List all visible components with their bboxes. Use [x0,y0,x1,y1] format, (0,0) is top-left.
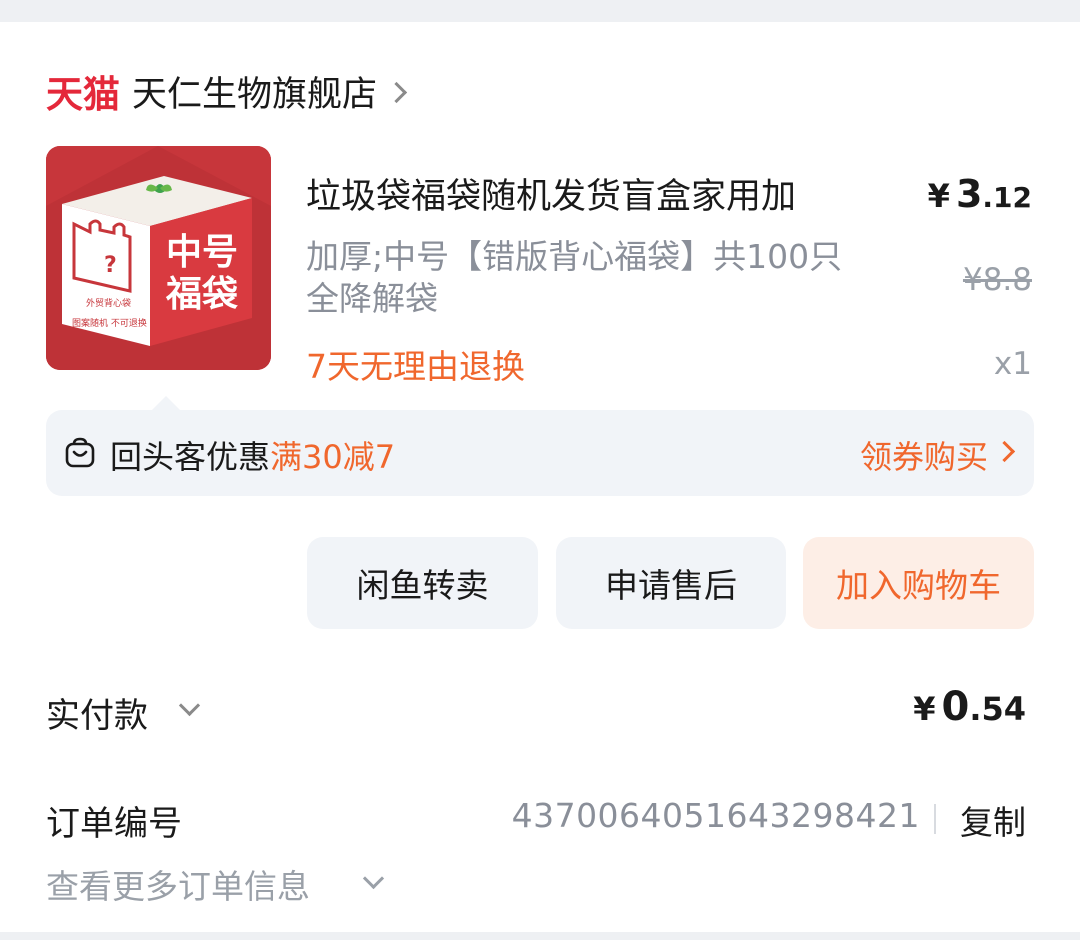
return-policy-tag: 7天无理由退换 [306,347,525,386]
paid-decimal: .54 [969,690,1026,728]
promo-text: 回头客优惠满30减7 [110,432,395,478]
chevron-down-icon[interactable] [362,867,385,890]
copy-button[interactable]: 复制 [960,796,1026,844]
bag-question: ? [104,253,117,278]
promo-highlight: 满30减7 [270,438,396,476]
order-number: 4370064051643298421 [511,796,920,835]
box-badge-line1: 中号 [166,232,238,273]
paid-integer: 0 [941,684,970,730]
store-name[interactable]: 天仁生物旗舰店 [132,66,377,117]
box-badge-line2: 福袋 [165,274,238,315]
order-card: 天猫 天仁生物旗舰店 ? 外贸背心袋 图案随机 不可退换 中号 福袋 垃圾袋福袋… [0,22,1080,932]
price-integer: 3 [955,172,983,216]
product-image[interactable]: ? 外贸背心袋 图案随机 不可退换 中号 福袋 [46,146,271,370]
resell-button[interactable]: 闲鱼转卖 [307,537,538,629]
paid-currency: ¥ [913,690,936,728]
add-to-cart-button[interactable]: 加入购物车 [803,537,1034,629]
after-sales-button[interactable]: 申请售后 [556,537,786,629]
claim-coupon-button[interactable]: 领券购买 [860,432,988,478]
box-side-text-1: 外贸背心袋 [86,297,131,309]
chevron-right-icon [993,440,1016,463]
store-header[interactable]: 天猫 天仁生物旗舰店 [46,66,408,117]
chevron-right-icon [385,81,408,103]
shopping-bag-icon [65,437,95,468]
product-title[interactable]: 垃圾袋福袋随机发货盲盒家用加 [306,168,796,219]
product-box-illustration: ? 外贸背心袋 图案随机 不可退换 中号 福袋 [46,146,271,370]
original-price: ¥8.8 [962,262,1032,298]
price-decimal: .12 [982,181,1032,214]
product-sku: 加厚;中号【错版背心福袋】共100只 全降解袋 [306,237,843,318]
box-side-text-2: 图案随机 不可退换 [72,317,147,329]
order-number-label: 订单编号 [46,804,182,844]
tmall-logo: 天猫 [46,73,120,116]
promo-banner[interactable]: 回头客优惠满30减7 领券购买 [46,410,1034,496]
chevron-down-icon[interactable] [178,694,201,717]
paid-amount: ¥ 0 .54 [913,684,1026,730]
promo-label: 回头客优惠 [110,438,271,476]
divider [934,804,936,834]
price-currency: ¥ [927,177,950,215]
more-order-info-link[interactable]: 查看更多订单信息 [46,860,310,908]
quantity: x1 [993,346,1032,382]
paid-amount-label[interactable]: 实付款 [46,688,148,737]
product-price: ¥ 3 .12 [928,172,1032,216]
